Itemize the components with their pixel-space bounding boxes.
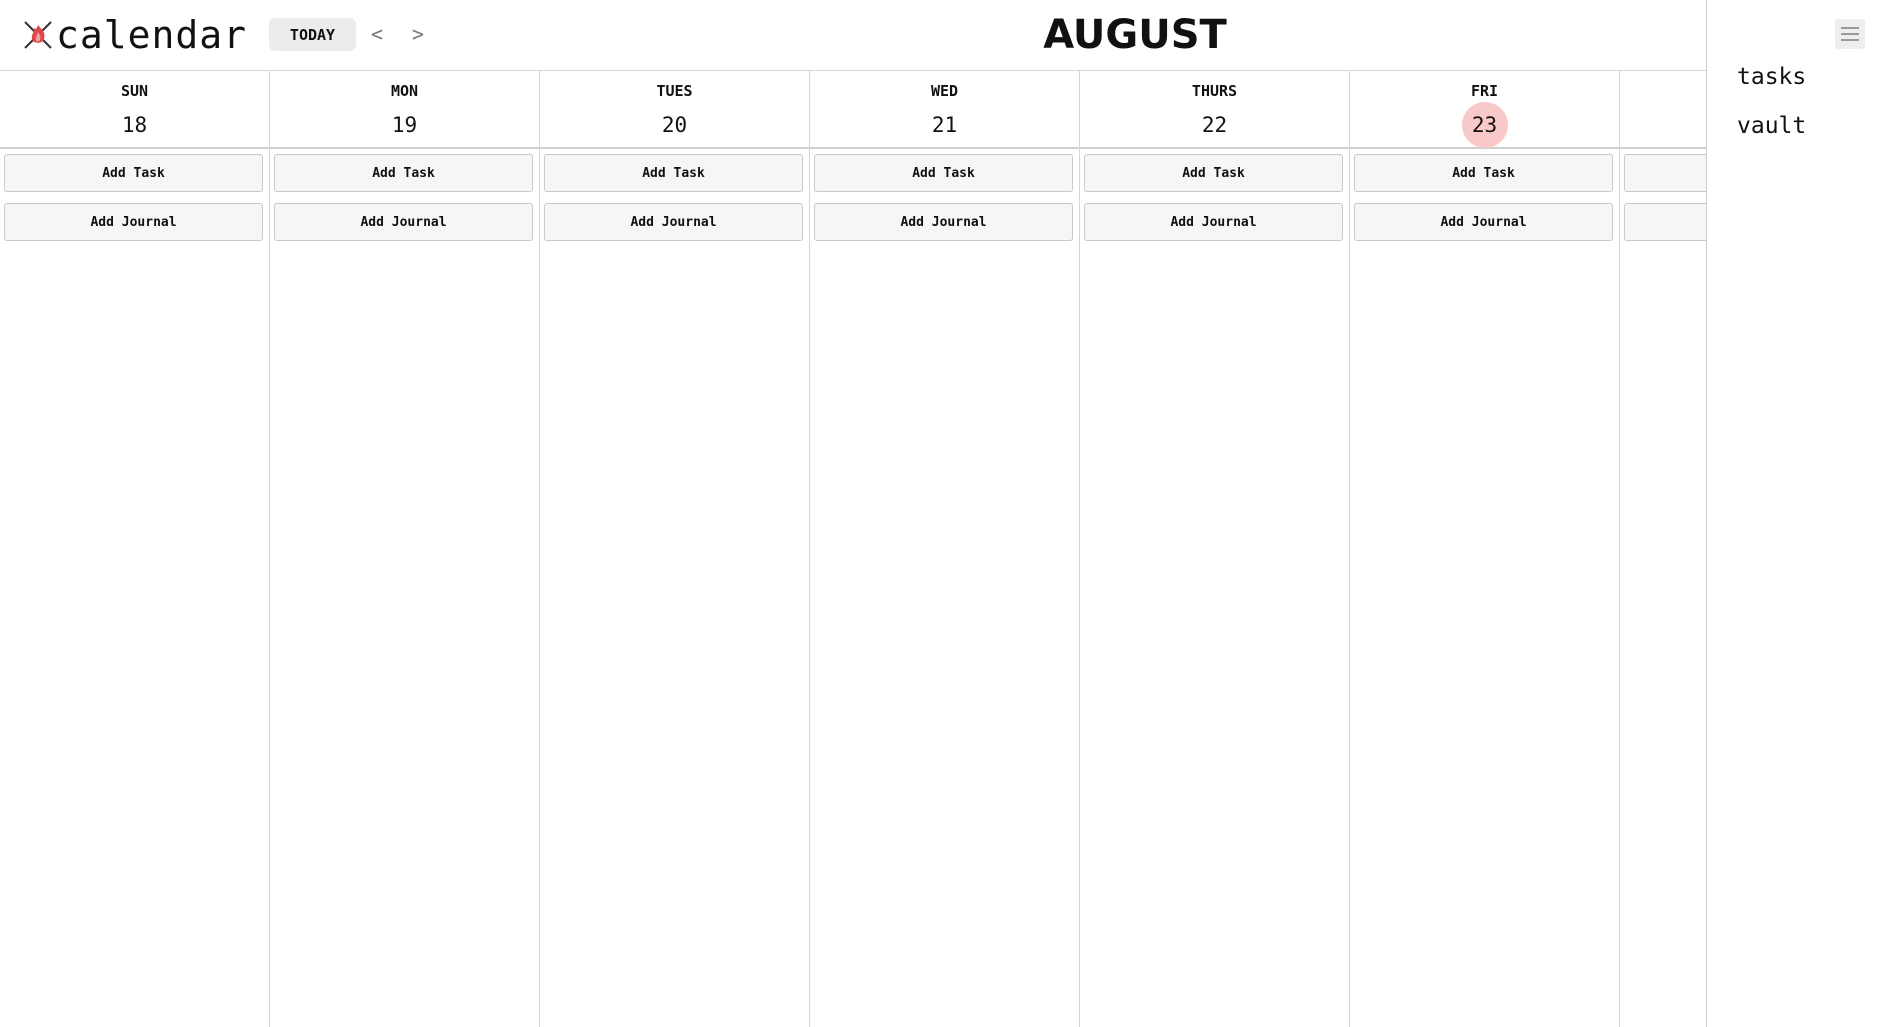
day-name: MON — [390, 82, 419, 100]
add-task-button[interactable]: Add Task — [274, 154, 533, 192]
month-title: AUGUST — [1043, 12, 1227, 58]
day-column-mon: MON 19 Add Task Add Journal — [270, 71, 540, 1027]
day-date[interactable]: 19 — [382, 102, 428, 148]
add-journal-button[interactable]: Add Journal — [544, 203, 803, 241]
day-column-thurs: THURS 22 Add Task Add Journal — [1080, 71, 1350, 1027]
previous-week-button[interactable]: < — [365, 20, 389, 48]
day-date-today[interactable]: 23 — [1461, 102, 1508, 148]
day-header: THURS 22 — [1080, 71, 1349, 149]
add-journal-button[interactable]: Add Journal — [1084, 203, 1343, 241]
day-date[interactable]: 21 — [922, 102, 968, 148]
day-header: MON 19 — [270, 71, 539, 149]
add-journal-button[interactable]: Add Journal — [1354, 203, 1613, 241]
add-task-button[interactable]: Add Task — [544, 154, 803, 192]
week-grid: SUN 18 Add Task Add Journal MON 19 Add T… — [0, 71, 1706, 1027]
day-column-tues: TUES 20 Add Task Add Journal — [540, 71, 810, 1027]
add-task-button[interactable]: Add Task — [4, 154, 263, 192]
hamburger-menu-icon[interactable] — [1835, 19, 1865, 49]
today-button[interactable]: TODAY — [269, 18, 356, 51]
flame-icon — [22, 17, 54, 53]
add-journal-button[interactable]: Add Journal — [274, 203, 533, 241]
add-journal-button[interactable]: Add Journal — [814, 203, 1073, 241]
calendar-main: calendar TODAY < > AUGUST SUN 18 Add Tas… — [0, 0, 1706, 1027]
add-task-button[interactable] — [1624, 154, 1706, 192]
day-name: WED — [930, 82, 959, 100]
add-journal-button[interactable] — [1624, 203, 1706, 241]
day-name: THURS — [1191, 82, 1238, 100]
add-journal-button[interactable]: Add Journal — [4, 203, 263, 241]
calendar-header: calendar TODAY < > AUGUST — [0, 0, 1706, 71]
day-header: FRI 23 — [1350, 71, 1619, 149]
day-name: TUES — [656, 82, 693, 100]
sidebar-item-vault[interactable]: vault — [1737, 113, 1806, 139]
day-name: SUN — [120, 82, 149, 100]
right-sidebar: tasks vault — [1706, 0, 1887, 1027]
day-name: FRI — [1470, 82, 1499, 100]
day-date[interactable]: 18 — [112, 102, 158, 148]
app-window: calendar TODAY < > AUGUST SUN 18 Add Tas… — [0, 0, 1887, 1027]
day-column-wed: WED 21 Add Task Add Journal — [810, 71, 1080, 1027]
add-task-button[interactable]: Add Task — [1084, 154, 1343, 192]
day-header: TUES 20 — [540, 71, 809, 149]
day-date[interactable]: 20 — [652, 102, 698, 148]
app-logo[interactable]: calendar — [22, 14, 247, 56]
day-date[interactable]: 22 — [1192, 102, 1238, 148]
app-title: calendar — [56, 13, 248, 57]
next-week-button[interactable]: > — [406, 20, 430, 48]
add-task-button[interactable]: Add Task — [1354, 154, 1613, 192]
day-header — [1620, 71, 1706, 149]
day-column-sat-partial — [1620, 71, 1706, 1027]
sidebar-item-tasks[interactable]: tasks — [1737, 64, 1806, 90]
day-header: WED 21 — [810, 71, 1079, 149]
day-column-sun: SUN 18 Add Task Add Journal — [0, 71, 270, 1027]
day-header: SUN 18 — [0, 71, 269, 149]
add-task-button[interactable]: Add Task — [814, 154, 1073, 192]
day-column-fri: FRI 23 Add Task Add Journal — [1350, 71, 1620, 1027]
